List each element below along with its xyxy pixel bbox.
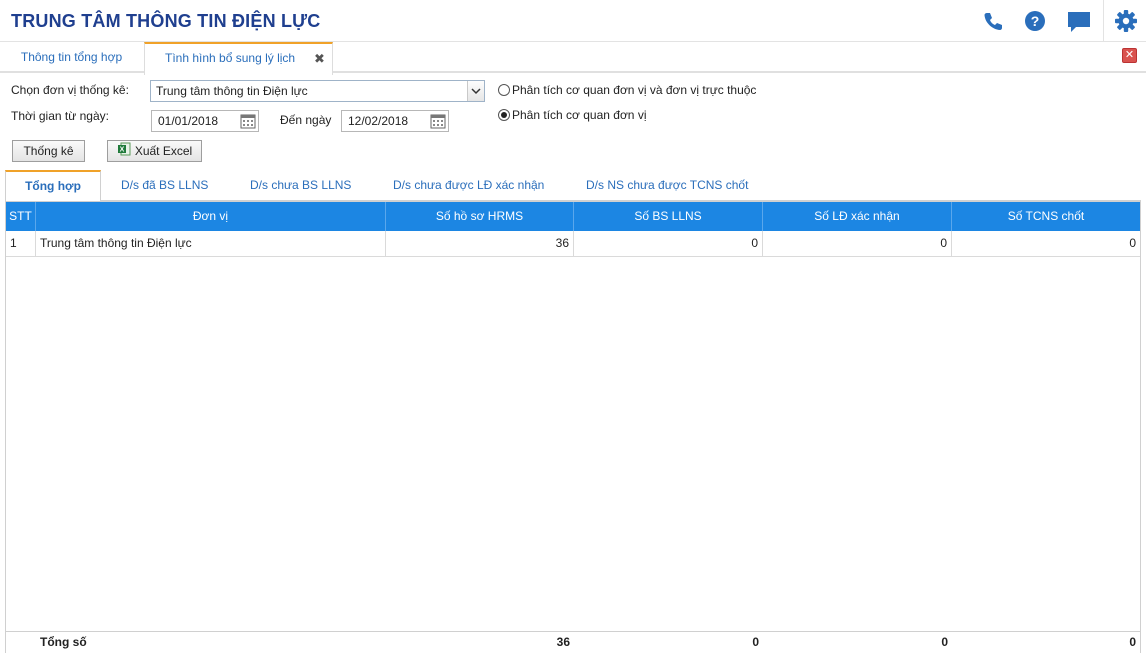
subtab-tong-hop[interactable]: Tổng hợp (5, 170, 101, 202)
unit-select-value: Trung tâm thông tin Điện lực (156, 84, 308, 98)
subtab-ds-da-bs[interactable]: D/s đã BS LLNS (121, 170, 208, 201)
calendar-icon[interactable] (430, 113, 446, 129)
tab-tinh-hinh-bo-sung[interactable]: Tình hình bổ sung lý lịch ✖ (144, 42, 333, 75)
export-excel-button[interactable]: X Xuất Excel (107, 140, 202, 162)
from-date-value: 01/01/2018 (158, 114, 219, 128)
cell-tcns: 0 (1129, 236, 1136, 250)
from-date-label: Thời gian từ ngày: (11, 109, 109, 123)
sub-tabs: Tổng hợp D/s đã BS LLNS D/s chưa BS LLNS… (5, 170, 1141, 202)
col-stt[interactable]: STT (6, 202, 36, 231)
to-date-label: Đến ngày (280, 113, 332, 127)
export-excel-label: Xuất Excel (134, 144, 193, 158)
col-so-tcns-chot[interactable]: Số TCNS chốt (952, 202, 1140, 231)
col-so-ld-xac-nhan[interactable]: Số LĐ xác nhận (763, 202, 952, 231)
footer-hrms: 36 (556, 635, 570, 649)
app-title: TRUNG TÂM THÔNG TIN ĐIỆN LỰC (11, 11, 321, 31)
footer-label: Tổng số (40, 635, 87, 649)
from-date-field[interactable]: 01/01/2018 (151, 110, 259, 132)
footer-tcns: 0 (1129, 635, 1136, 649)
summary-grid: STT Đơn vị Số hồ sơ HRMS Số BS LLNS Số L… (5, 201, 1141, 653)
cell-ld: 0 (763, 231, 952, 256)
header-divider (1103, 0, 1104, 42)
grid-header: STT Đơn vị Số hồ sơ HRMS Số BS LLNS Số L… (6, 202, 1140, 231)
tab-label: Tình hình bổ sung lý lịch (165, 51, 296, 65)
cell-bs: 0 (574, 231, 763, 256)
radio-analysis-all-label: Phân tích cơ quan đơn vị và đơn vị trực … (512, 83, 757, 97)
svg-text:X: X (119, 146, 124, 153)
excel-icon: X (117, 142, 131, 162)
grid-footer: Tổng số 36 0 0 0 (6, 631, 1140, 653)
to-date-value: 12/02/2018 (348, 114, 409, 128)
main-tabs: Thông tin tổng hợp Tình hình bổ sung lý … (0, 42, 1146, 75)
radio-analysis-unit[interactable] (498, 109, 510, 121)
radio-analysis-all[interactable] (498, 84, 510, 96)
col-so-ho-so-hrms[interactable]: Số hồ sơ HRMS (386, 202, 574, 231)
svg-text:?: ? (1031, 13, 1040, 29)
to-date-field[interactable]: 12/02/2018 (341, 110, 449, 132)
calendar-icon[interactable] (240, 113, 256, 129)
unit-select[interactable]: Trung tâm thông tin Điện lực (150, 80, 485, 102)
thong-ke-button[interactable]: Thống kê (12, 140, 85, 162)
subtab-ds-chua-ld[interactable]: D/s chưa được LĐ xác nhận (393, 170, 544, 201)
app-header: TRUNG TÂM THÔNG TIN ĐIỆN LỰC ? (0, 0, 1146, 42)
tab-thong-tin-tong-hop[interactable]: Thông tin tổng hợp (0, 42, 143, 73)
footer-ld: 0 (941, 635, 948, 649)
close-tab-icon[interactable]: ✖ (314, 44, 325, 73)
close-panel-icon[interactable]: ✕ (1122, 48, 1137, 63)
col-so-bs-llns[interactable]: Số BS LLNS (574, 202, 763, 231)
unit-label: Chọn đơn vị thống kê: (11, 83, 129, 97)
cell-stt: 1 (6, 231, 36, 256)
help-icon[interactable]: ? (1022, 8, 1048, 34)
chat-icon[interactable] (1066, 8, 1092, 34)
settings-icon[interactable] (1113, 8, 1139, 34)
chevron-down-icon[interactable] (467, 81, 484, 101)
cell-don-vi: Trung tâm thông tin Điện lực (36, 231, 386, 256)
phone-icon[interactable] (980, 8, 1006, 34)
subtab-ds-chua-bs[interactable]: D/s chưa BS LLNS (250, 170, 351, 201)
footer-bs: 0 (752, 635, 759, 649)
col-don-vi[interactable]: Đơn vị (36, 202, 386, 231)
cell-hrms: 36 (386, 231, 574, 256)
subtab-ds-chua-tcns[interactable]: D/s NS chưa được TCNS chốt (586, 170, 748, 201)
table-row[interactable]: 1 Trung tâm thông tin Điện lực 36 0 0 0 (6, 231, 1140, 257)
radio-analysis-unit-label: Phân tích cơ quan đơn vị (512, 108, 647, 122)
